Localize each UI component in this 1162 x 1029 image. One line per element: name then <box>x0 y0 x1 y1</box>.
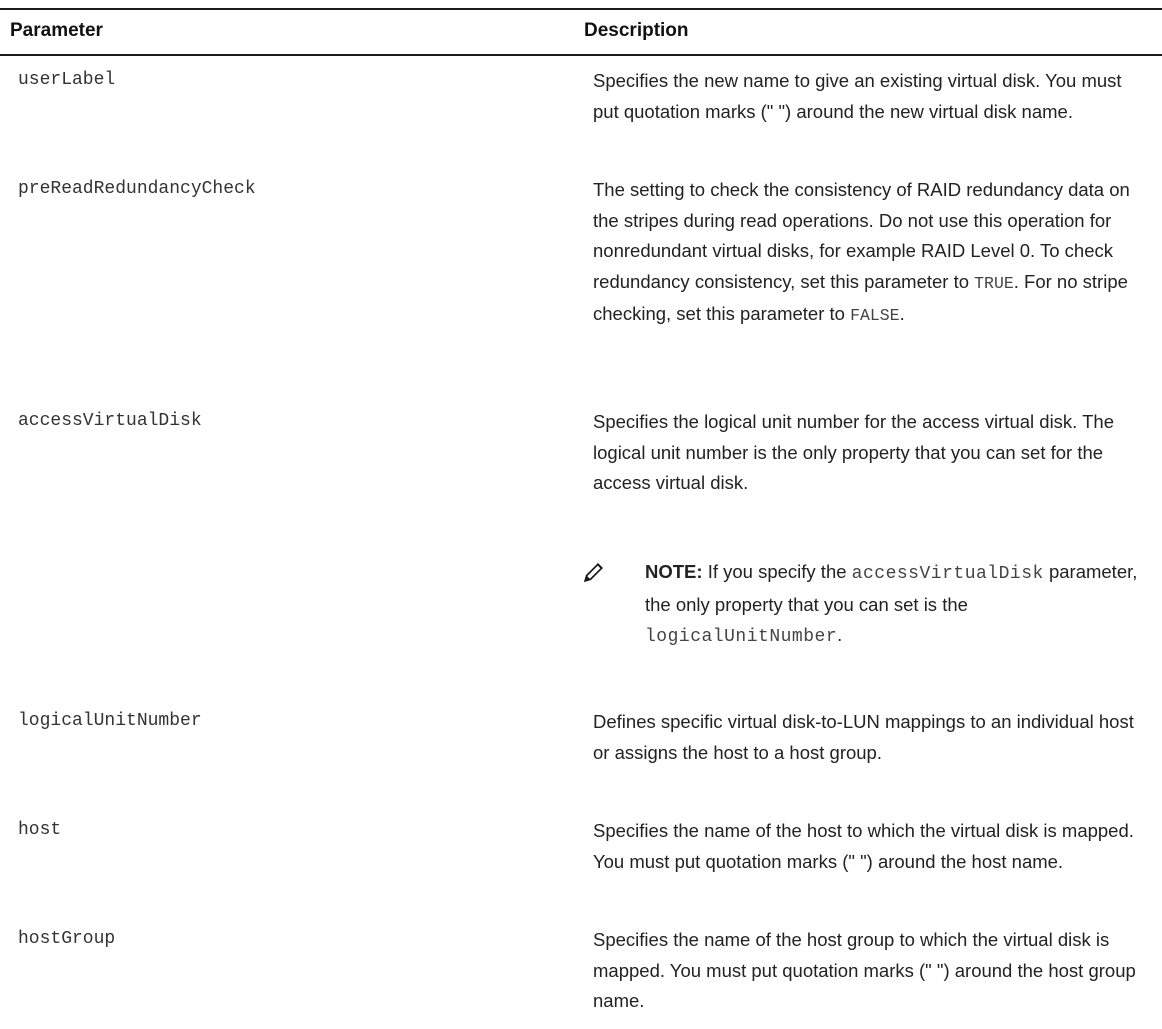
code-false: FALSE <box>850 306 900 325</box>
param-name: host <box>18 820 62 840</box>
param-description: Specifies the logical unit number for th… <box>593 411 1114 493</box>
header-description: Description <box>584 20 689 41</box>
pencil-icon <box>584 563 603 582</box>
param-description: Specifies the new name to give an existi… <box>593 70 1122 122</box>
code-access-virtual-disk: accessVirtualDisk <box>851 564 1044 584</box>
parameter-table: Parameter Description userLabel Specifie… <box>0 8 1162 1011</box>
note-label: NOTE: <box>645 561 703 582</box>
param-description: Defines specific virtual disk-to-LUN map… <box>593 711 1134 763</box>
param-name: preReadRedundancyCheck <box>18 179 256 199</box>
param-description: The setting to check the consistency of … <box>593 175 1148 332</box>
note-segment: If you specify the <box>702 561 852 582</box>
header-parameter: Parameter <box>10 20 103 41</box>
desc-text: . <box>899 303 905 324</box>
code-true: TRUE <box>974 273 1014 293</box>
param-name: hostGroup <box>18 929 116 949</box>
table-header: Parameter Description <box>0 8 1162 56</box>
note-text: NOTE: If you specify the accessVirtualDi… <box>645 557 1155 653</box>
param-name: userLabel <box>18 70 116 90</box>
code-logical-unit-number: logicalUnitNumber <box>645 627 838 647</box>
param-description: Specifies the name of the host group to … <box>593 929 1136 1011</box>
param-description: Specifies the name of the host to which … <box>593 820 1134 872</box>
param-name: accessVirtualDisk <box>18 411 202 431</box>
note-segment: . <box>837 624 843 645</box>
param-name: logicalUnitNumber <box>18 711 202 731</box>
